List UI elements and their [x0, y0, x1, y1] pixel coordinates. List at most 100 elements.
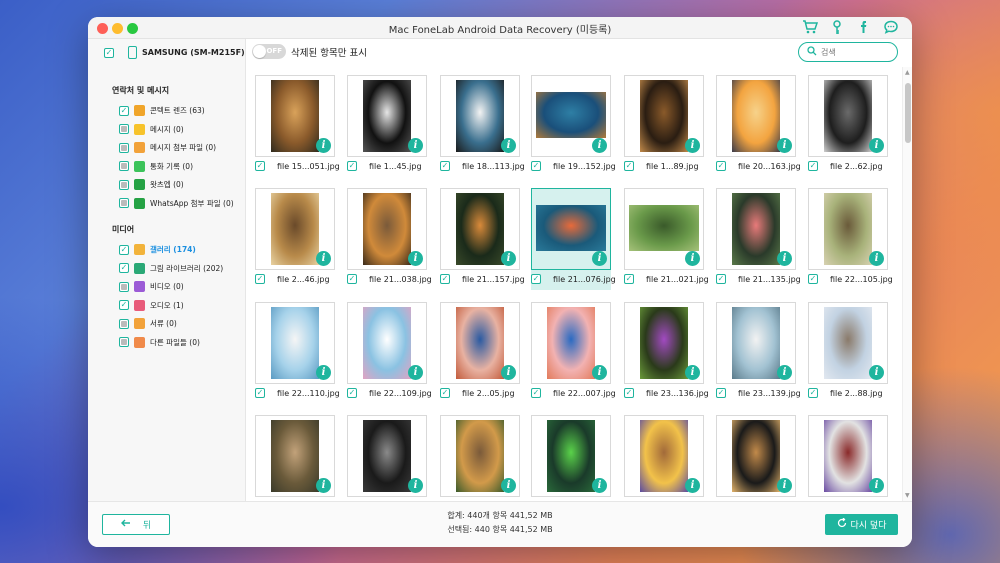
- file-tile[interactable]: i file 2...05.jpg: [440, 302, 520, 404]
- info-icon[interactable]: i: [592, 251, 607, 266]
- sidebar-item-gallery[interactable]: 갤러리 (174): [119, 244, 196, 255]
- sidebar-item-picture-library[interactable]: 그림 라이브러리 (202): [119, 262, 223, 274]
- info-icon[interactable]: i: [869, 365, 884, 380]
- scroll-up-arrow[interactable]: ▲: [905, 69, 910, 76]
- thumbnail-frame[interactable]: i: [347, 302, 427, 384]
- search-input[interactable]: [821, 47, 891, 57]
- info-icon[interactable]: i: [316, 251, 331, 266]
- file-tile[interactable]: i file 2...62.jpg: [808, 75, 888, 177]
- file-name-row[interactable]: file 22...109.jpg: [347, 388, 432, 398]
- file-checkbox[interactable]: [440, 388, 450, 398]
- file-checkbox[interactable]: [716, 274, 726, 284]
- file-tile[interactable]: i file 22...007.jpg: [531, 302, 616, 404]
- info-icon[interactable]: i: [869, 478, 884, 493]
- thumbnail-frame[interactable]: i: [808, 302, 888, 384]
- file-checkbox[interactable]: [624, 388, 634, 398]
- file-tile[interactable]: i: [624, 415, 704, 501]
- thumbnail-frame[interactable]: i: [624, 415, 704, 497]
- file-name-row[interactable]: file 23...136.jpg: [624, 388, 709, 398]
- category-checkbox[interactable]: [119, 244, 129, 255]
- file-tile[interactable]: i: [808, 415, 888, 501]
- info-icon[interactable]: i: [408, 478, 423, 493]
- file-tile[interactable]: i file 1...45.jpg: [347, 75, 427, 177]
- file-name-row[interactable]: file 23...139.jpg: [716, 388, 801, 398]
- category-checkbox[interactable]: [119, 281, 129, 292]
- thumbnail-frame[interactable]: i: [531, 75, 611, 157]
- info-icon[interactable]: i: [408, 138, 423, 153]
- file-checkbox[interactable]: [347, 161, 357, 171]
- file-tile[interactable]: i file 15...051.jpg: [255, 75, 340, 177]
- file-tile[interactable]: i file 20...163.jpg: [716, 75, 801, 177]
- thumbnail-frame[interactable]: i: [808, 188, 888, 270]
- file-tile[interactable]: i file 21...157.jpg: [440, 188, 525, 290]
- file-name-row[interactable]: file 21...157.jpg: [440, 274, 525, 284]
- chat-icon[interactable]: [882, 19, 900, 37]
- file-tile[interactable]: i: [255, 415, 335, 501]
- file-name-row[interactable]: file 18...113.jpg: [440, 161, 525, 171]
- search-box[interactable]: [798, 42, 898, 62]
- info-icon[interactable]: i: [501, 251, 516, 266]
- cart-icon[interactable]: [801, 19, 819, 37]
- sidebar-item-video[interactable]: 비디오 (0): [119, 281, 184, 292]
- info-icon[interactable]: i: [316, 365, 331, 380]
- file-name-row[interactable]: file 1...89.jpg: [624, 161, 699, 171]
- sidebar-item-whatsapp-attachment[interactable]: WhatsApp 첨부 파일 (0): [119, 197, 234, 209]
- category-checkbox[interactable]: [119, 105, 129, 116]
- category-checkbox[interactable]: [119, 161, 129, 171]
- thumbnail-frame[interactable]: i: [440, 302, 520, 384]
- info-icon[interactable]: i: [777, 478, 792, 493]
- info-icon[interactable]: i: [777, 138, 792, 153]
- key-icon[interactable]: [828, 19, 846, 37]
- file-name-row[interactable]: file 2...88.jpg: [808, 388, 883, 398]
- file-tile[interactable]: i file 23...136.jpg: [624, 302, 709, 404]
- info-icon[interactable]: i: [501, 138, 516, 153]
- file-checkbox[interactable]: [531, 388, 541, 398]
- file-checkbox[interactable]: [255, 274, 265, 284]
- thumbnail-frame[interactable]: i: [347, 75, 427, 157]
- info-icon[interactable]: i: [685, 251, 700, 266]
- category-checkbox[interactable]: [119, 318, 129, 329]
- facebook-icon[interactable]: [855, 19, 873, 37]
- file-checkbox[interactable]: [347, 388, 357, 398]
- category-checkbox[interactable]: [119, 198, 129, 208]
- file-tile[interactable]: i file 21...038.jpg: [347, 188, 432, 290]
- sidebar-item-audio[interactable]: 오디오 (1): [119, 299, 184, 311]
- file-name-row[interactable]: file 21...021.jpg: [624, 274, 709, 284]
- file-checkbox[interactable]: [531, 161, 541, 171]
- info-icon[interactable]: i: [685, 478, 700, 493]
- file-checkbox[interactable]: [255, 388, 265, 398]
- file-checkbox[interactable]: [716, 161, 726, 171]
- file-name-row[interactable]: file 21...135.jpg: [716, 274, 801, 284]
- file-tile[interactable]: i file 21...076.jpg: [531, 188, 616, 290]
- sidebar-item-other-files[interactable]: 다른 파일들 (0): [119, 336, 200, 348]
- category-checkbox[interactable]: [119, 263, 129, 273]
- file-tile[interactable]: i file 19...152.jpg: [531, 75, 616, 177]
- info-icon[interactable]: i: [592, 478, 607, 493]
- sidebar-item-contacts[interactable]: 콘텍트 렌즈 (63): [119, 105, 205, 116]
- file-tile[interactable]: i file 21...021.jpg: [624, 188, 709, 290]
- sidebar-item-message[interactable]: 메시지 (0): [119, 123, 184, 135]
- sidebar-item-attachment[interactable]: 메시지 첨부 파일 (0): [119, 142, 216, 153]
- file-name-row[interactable]: file 2...05.jpg: [440, 388, 515, 398]
- file-checkbox[interactable]: [624, 161, 634, 171]
- thumbnail-frame[interactable]: i: [255, 188, 335, 270]
- info-icon[interactable]: i: [685, 365, 700, 380]
- thumbnail-frame[interactable]: i: [347, 415, 427, 497]
- file-checkbox[interactable]: [347, 274, 357, 284]
- file-tile[interactable]: i file 2...46.jpg: [255, 188, 335, 290]
- file-checkbox[interactable]: [255, 161, 265, 171]
- thumbnail-frame[interactable]: i: [440, 415, 520, 497]
- file-tile[interactable]: i: [347, 415, 427, 501]
- category-checkbox[interactable]: [119, 337, 129, 347]
- thumbnail-frame[interactable]: i: [440, 75, 520, 157]
- file-name-row[interactable]: file 19...152.jpg: [531, 161, 616, 171]
- file-checkbox[interactable]: [808, 274, 818, 284]
- info-icon[interactable]: i: [408, 251, 423, 266]
- info-icon[interactable]: i: [316, 138, 331, 153]
- scroll-down-arrow[interactable]: ▼: [905, 492, 910, 499]
- file-tile[interactable]: i: [440, 415, 520, 501]
- thumbnail-frame[interactable]: i: [255, 75, 335, 157]
- thumbnail-frame[interactable]: i: [716, 415, 796, 497]
- sidebar-item-document[interactable]: 서류 (0): [119, 318, 177, 329]
- thumbnail-frame[interactable]: i: [624, 75, 704, 157]
